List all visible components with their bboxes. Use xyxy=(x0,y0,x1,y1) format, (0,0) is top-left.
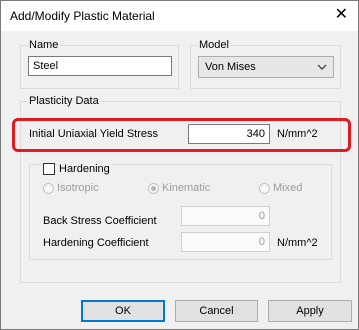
back-stress-coefficient-input[interactable]: 0 xyxy=(181,206,270,226)
hardening-checkbox-label: Hardening xyxy=(59,163,112,175)
yield-stress-unit: N/mm^2 xyxy=(277,128,318,140)
hardening-coefficient-input[interactable]: 0 xyxy=(181,232,270,252)
title-bar: Add/Modify Plastic Material ✕ xyxy=(1,1,358,31)
model-group-label: Model xyxy=(199,39,229,51)
kinematic-radio[interactable] xyxy=(148,183,159,194)
mixed-radio[interactable] xyxy=(259,183,270,194)
window-title: Add/Modify Plastic Material xyxy=(10,9,155,23)
plasticity-data-label: Plasticity Data xyxy=(29,95,99,107)
chevron-down-icon xyxy=(317,57,327,85)
name-input[interactable]: Steel xyxy=(28,56,172,76)
yield-stress-input[interactable]: 340 xyxy=(188,124,270,144)
hardening-coefficient-unit: N/mm^2 xyxy=(277,237,318,249)
yield-stress-label: Initial Uniaxial Yield Stress xyxy=(29,128,159,140)
cancel-button[interactable]: Cancel xyxy=(175,300,258,322)
model-select[interactable]: Von Mises xyxy=(198,56,334,78)
apply-button[interactable]: Apply xyxy=(268,300,352,322)
hardening-coefficient-label: Hardening Coefficient xyxy=(43,237,149,249)
kinematic-radio-label: Kinematic xyxy=(162,182,211,194)
hardening-checkbox[interactable] xyxy=(43,163,55,175)
add-modify-plastic-material-dialog: Add/Modify Plastic Material ✕ Name Steel… xyxy=(0,0,359,330)
model-select-value: Von Mises xyxy=(205,61,256,73)
isotropic-radio[interactable] xyxy=(43,183,54,194)
isotropic-radio-label: Isotropic xyxy=(57,182,99,194)
mixed-radio-label: Mixed xyxy=(273,182,303,194)
back-stress-coefficient-label: Back Stress Coefficient xyxy=(43,215,157,227)
close-icon[interactable]: ✕ xyxy=(335,6,348,24)
ok-button[interactable]: OK xyxy=(81,300,165,322)
name-group-label: Name xyxy=(29,39,59,51)
